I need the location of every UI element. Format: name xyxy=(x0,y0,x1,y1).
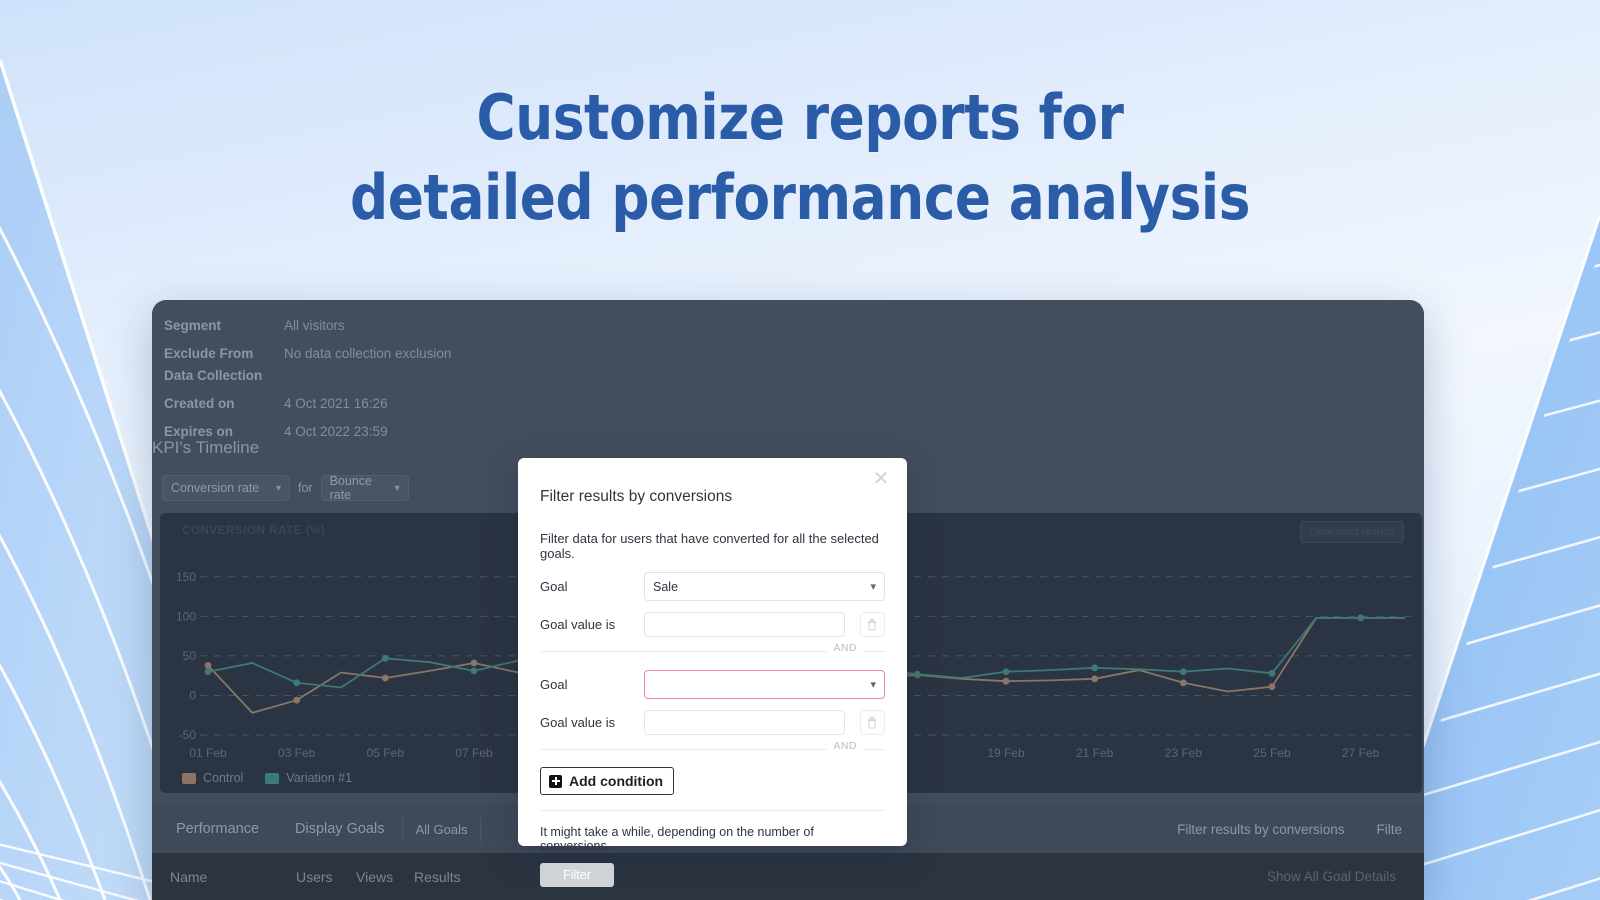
goal-value-input-2[interactable] xyxy=(644,710,845,735)
svg-text:05 Feb: 05 Feb xyxy=(367,746,405,760)
meta-row: Exclude From Data Collection No data col… xyxy=(158,340,858,390)
chevron-down-icon: ▾ xyxy=(394,482,400,494)
svg-text:03 Feb: 03 Feb xyxy=(278,746,316,760)
close-icon[interactable]: ✕ xyxy=(871,469,891,490)
filter-submit-button[interactable]: Filter xyxy=(540,863,614,887)
svg-text:-50: -50 xyxy=(179,728,197,742)
meta-label-exclude: Exclude From Data Collection xyxy=(164,346,263,383)
chip-all-goals[interactable]: All Goals xyxy=(402,816,481,842)
column-header-views[interactable]: Views xyxy=(356,869,414,885)
chevron-down-icon: ▾ xyxy=(870,581,876,593)
meta-row: Expires on 4 Oct 2022 23:59 xyxy=(158,418,858,446)
condition-separator-1: AND xyxy=(540,642,885,659)
svg-text:150: 150 xyxy=(176,570,196,584)
legend-label: Variation #1 xyxy=(286,771,353,785)
svg-text:23 Feb: 23 Feb xyxy=(1165,746,1203,760)
svg-text:01 Feb: 01 Feb xyxy=(189,746,227,760)
goal-select-1[interactable]: Sale ▾ xyxy=(644,572,885,601)
svg-text:07 Feb: 07 Feb xyxy=(455,746,493,760)
meta-row: Created on 4 Oct 2021 16:26 xyxy=(158,390,858,418)
add-condition-button[interactable]: Add condition xyxy=(540,767,675,795)
condition-row-value-1: Goal value is xyxy=(540,612,885,637)
kpi-metric-select[interactable]: Conversion rate ▾ xyxy=(162,475,290,501)
legend-swatch xyxy=(265,772,280,784)
delete-condition-button-1[interactable] xyxy=(859,612,885,637)
trash-icon xyxy=(867,716,877,729)
kpi-goal-select[interactable]: Bounce rate ▾ xyxy=(320,474,409,502)
goal-value-input-1[interactable] xyxy=(644,612,845,637)
meta-value-segment: All visitors xyxy=(284,318,345,333)
tab-performance[interactable]: Performance xyxy=(158,821,277,837)
meta-row: Segment All visitors xyxy=(158,312,858,340)
modal-note: It might take a while, depending on the … xyxy=(540,825,814,853)
headline-line-2: detailed performance analysis xyxy=(349,161,1251,234)
delete-condition-button-2[interactable] xyxy=(859,710,885,735)
svg-text:50: 50 xyxy=(183,649,197,663)
legend-swatch xyxy=(182,772,196,784)
chevron-down-icon: ▾ xyxy=(870,679,876,691)
meta-label-segment: Segment xyxy=(164,318,222,333)
chart-y-tick-labels: -50 0 50 100 150 xyxy=(176,570,196,742)
condition-label-value-2: Goal value is xyxy=(540,715,616,730)
svg-text:25 Feb: 25 Feb xyxy=(1253,746,1291,760)
chevron-down-icon: ▾ xyxy=(275,482,281,494)
svg-text:21 Feb: 21 Feb xyxy=(1076,746,1114,760)
kpi-timeline-heading: KPI's Timeline xyxy=(152,438,260,457)
kpi-metric-value: Conversion rate xyxy=(171,481,260,495)
filter-results-by-conversions-button[interactable]: Filter results by conversions xyxy=(1161,822,1360,837)
show-all-goal-details-link[interactable]: Show All Goal Details xyxy=(1267,869,1424,884)
condition-row-goal-1: Goal Sale ▾ xyxy=(540,572,885,601)
goal-select-2[interactable]: ▾ xyxy=(644,670,885,699)
condition-row-value-2: Goal value is xyxy=(540,710,885,735)
meta-value-expires: 4 Oct 2022 23:59 xyxy=(284,424,388,439)
kpi-goal-value: Bounce rate xyxy=(329,474,372,502)
legend-label: Control xyxy=(203,771,244,785)
modal-title: Filter results by conversions xyxy=(540,488,733,505)
chart-legend: Control Variation #1 xyxy=(182,771,352,785)
svg-text:19 Feb: 19 Feb xyxy=(987,746,1025,760)
goal-select-1-value: Sale xyxy=(653,579,679,594)
legend-item-variation: Variation #1 xyxy=(265,771,352,785)
modal-description: Filter data for users that have converte… xyxy=(540,531,879,561)
column-header-name[interactable]: Name xyxy=(152,869,296,885)
filter-conversions-modal: ✕ Filter results by conversions Filter d… xyxy=(518,458,907,887)
condition-row-goal-2: Goal ▾ xyxy=(540,670,885,699)
tab-display-goals[interactable]: Display Goals xyxy=(277,821,402,837)
page-title: Customize reports for detailed performan… xyxy=(112,78,1488,238)
condition-label-goal-2: Goal xyxy=(540,677,568,692)
add-condition-label: Add condition xyxy=(569,773,664,789)
kpi-controls: Conversion rate ▾ for Bounce rate ▾ xyxy=(162,474,409,502)
meta-value-created: 4 Oct 2021 16:26 xyxy=(284,396,388,411)
condition-label-value-1: Goal value is xyxy=(540,617,616,632)
column-header-users[interactable]: Users xyxy=(296,869,356,885)
svg-text:27 Feb: 27 Feb xyxy=(1342,746,1380,760)
column-header-results[interactable]: Results xyxy=(414,869,494,885)
headline-line-1: Customize reports for xyxy=(476,81,1124,154)
filter-truncated-button[interactable]: Filte xyxy=(1360,822,1418,837)
trash-icon xyxy=(867,618,877,631)
meta-label-created: Created on xyxy=(164,396,235,411)
separator-label: AND xyxy=(827,740,863,752)
svg-text:0: 0 xyxy=(189,688,196,702)
separator-label: AND xyxy=(827,642,863,654)
plus-square-icon xyxy=(549,774,562,788)
experiment-meta: Segment All visitors Exclude From Data C… xyxy=(158,304,858,446)
legend-item-control: Control xyxy=(182,771,243,785)
condition-separator-2: AND xyxy=(540,740,885,757)
condition-label-goal-1: Goal xyxy=(540,579,568,594)
kpi-conjunction: for xyxy=(298,481,313,495)
meta-value-exclude: No data collection exclusion xyxy=(284,346,452,361)
svg-text:100: 100 xyxy=(176,609,196,623)
